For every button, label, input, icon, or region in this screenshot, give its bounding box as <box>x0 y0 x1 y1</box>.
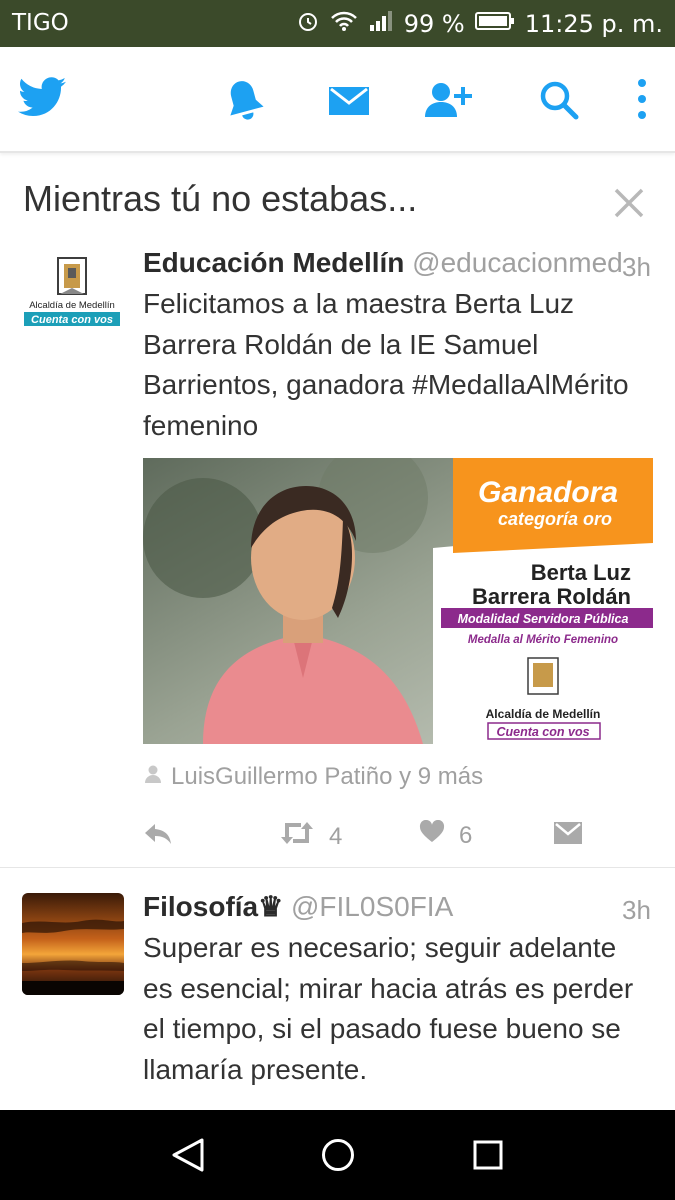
mail-icon[interactable] <box>329 85 369 122</box>
tweet-time: 3h <box>622 895 651 925</box>
avatar[interactable]: Alcaldía de Medellín Cuenta con vos <box>22 252 122 334</box>
author-name[interactable]: Educación Medellín <box>143 247 404 278</box>
retweet-count: 4 <box>329 822 343 850</box>
svg-text:Cuenta con vos: Cuenta con vos <box>31 314 113 326</box>
close-icon[interactable] <box>612 186 646 220</box>
battery-icon <box>474 10 515 38</box>
media-image: Ganadora categoría oro Berta Luz Barrera… <box>143 458 653 744</box>
status-right: 99 % 11:25 p. m. <box>296 9 663 39</box>
svg-text:Alcaldía de Medellín: Alcaldía de Medellín <box>486 707 601 721</box>
battery-percent: 99 % <box>403 10 465 38</box>
section-title: Mientras tú no estabas... <box>23 178 418 219</box>
author-handle[interactable]: @educacionmed <box>412 247 623 278</box>
status-bar: TIGO 99 % 11:25 p. m. <box>0 0 675 47</box>
tweet-author[interactable]: Educación Medellín @educacionmed <box>143 247 623 279</box>
wifi-icon <box>330 10 358 38</box>
carrier-label: TIGO <box>12 10 69 36</box>
bell-icon[interactable] <box>224 79 264 126</box>
tweet-actions: 4 6 <box>0 819 675 853</box>
heart-icon <box>419 819 445 851</box>
search-icon[interactable] <box>539 80 579 125</box>
home-icon[interactable] <box>321 1138 355 1177</box>
tweet-text: Felicitamos a la maestra Berta Luz Barre… <box>143 288 629 441</box>
svg-text:Modalidad Servidora Pública: Modalidad Servidora Pública <box>458 612 629 626</box>
reply-icon <box>143 822 173 853</box>
retweet-button[interactable]: 4 <box>279 820 342 853</box>
dm-button[interactable] <box>554 820 582 853</box>
add-user-icon[interactable] <box>423 81 479 124</box>
tweet-media[interactable]: Ganadora categoría oro Berta Luz Barrera… <box>143 458 653 744</box>
tweet-author[interactable]: Filosofía♛ @FIL0S0FIA <box>143 890 453 923</box>
back-icon[interactable] <box>170 1137 206 1178</box>
clock: 11:25 p. m. <box>524 10 663 38</box>
svg-text:Alcaldía de Medellín: Alcaldía de Medellín <box>29 300 115 311</box>
recents-icon[interactable] <box>473 1140 503 1175</box>
person-icon <box>143 763 163 791</box>
retweeted-by[interactable]: LuisGuillermo Patiño y 9 más <box>143 763 483 791</box>
divider <box>0 867 675 868</box>
city-logo-image: Alcaldía de Medellín Cuenta con vos <box>24 257 120 326</box>
tweet-text: Superar es necesario; seguir adelante es… <box>143 932 634 1085</box>
svg-text:Berta Luz: Berta Luz <box>531 560 631 585</box>
twitter-bird-icon[interactable] <box>18 77 66 122</box>
more-vertical-icon[interactable] <box>636 77 648 126</box>
mail-icon <box>554 820 582 853</box>
tweet-time: 3h <box>622 252 651 282</box>
svg-text:Barrera Roldán: Barrera Roldán <box>472 584 631 609</box>
sunset-image <box>22 893 124 995</box>
avatar[interactable] <box>22 893 124 995</box>
system-nav-bar <box>0 1110 675 1200</box>
like-button[interactable]: 6 <box>419 819 473 851</box>
author-handle[interactable]: @FIL0S0FIA <box>291 891 453 922</box>
like-count: 6 <box>459 821 473 849</box>
signal-icon <box>368 10 394 38</box>
retweet-icon <box>279 820 315 853</box>
svg-text:Cuenta con vos: Cuenta con vos <box>496 725 589 739</box>
alarm-icon <box>296 9 320 39</box>
top-navbar <box>0 47 675 153</box>
reply-button[interactable] <box>143 822 173 853</box>
author-name[interactable]: Filosofía♛ <box>143 891 283 922</box>
svg-text:Medalla al Mérito Femenino: Medalla al Mérito Femenino <box>468 634 618 646</box>
svg-text:Ganadora: Ganadora <box>478 476 618 509</box>
retweeted-by-label: LuisGuillermo Patiño y 9 más <box>171 763 484 790</box>
svg-text:categoría oro: categoría oro <box>498 509 612 529</box>
